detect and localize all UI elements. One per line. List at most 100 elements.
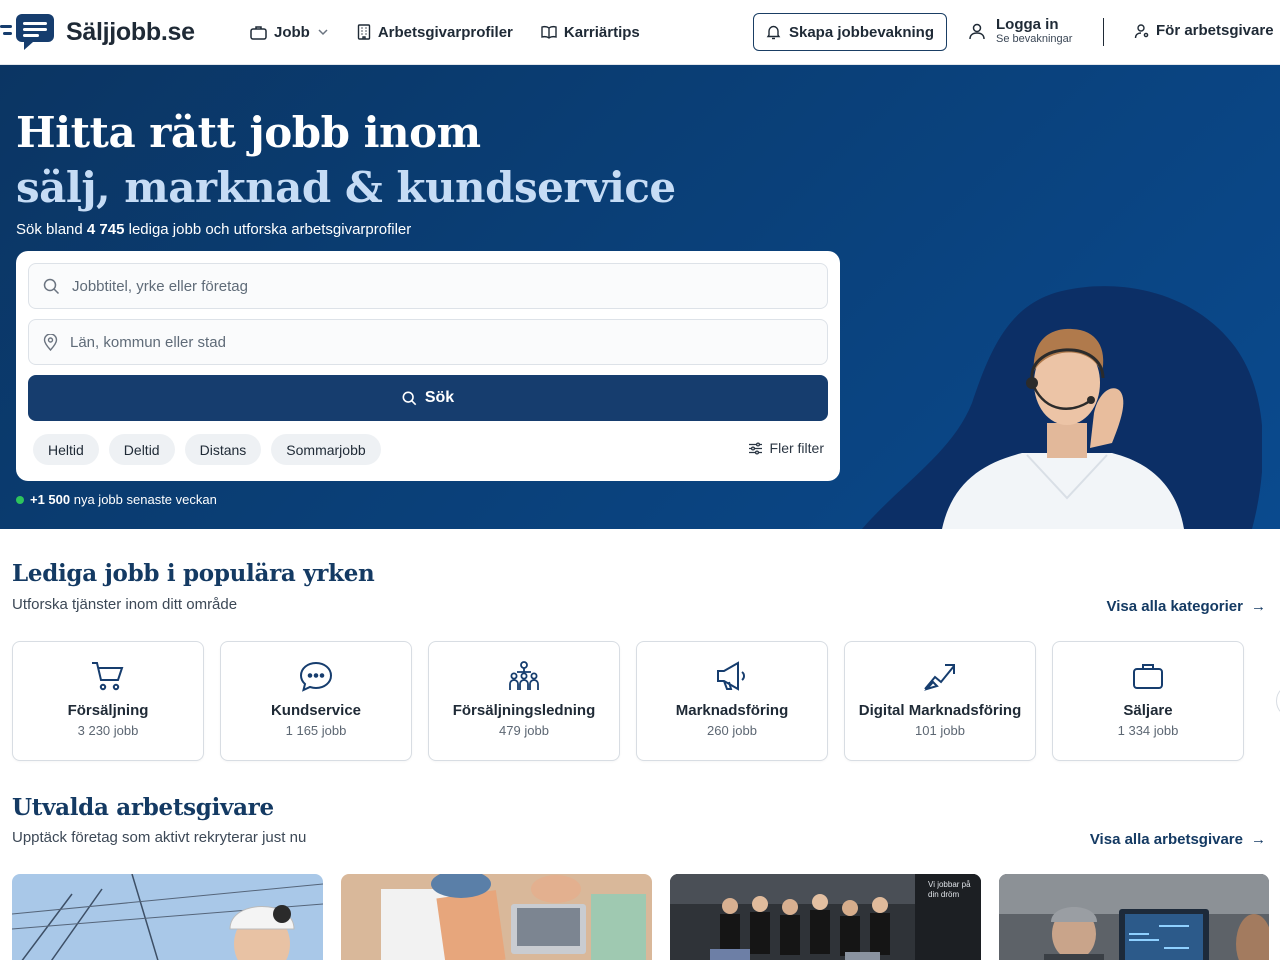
category-count: 479 jobb	[499, 723, 549, 738]
briefcase-icon	[1133, 664, 1163, 689]
nav-links: Jobb Arbetsgivarprofiler Karriärtips	[250, 0, 640, 64]
arrow-right-icon: →	[1251, 831, 1266, 848]
building-icon	[357, 24, 371, 40]
employers-subtitle: Upptäck företag som aktivt rekryterar ju…	[12, 829, 307, 846]
nav-item-karriartips[interactable]: Karriärtips	[541, 24, 640, 41]
category-card-digital-marknadsforing[interactable]: Digital Marknadsföring 101 jobb	[844, 641, 1036, 761]
chip-heltid[interactable]: Heltid	[33, 434, 99, 465]
job-search-input[interactable]: Jobbtitel, yrke eller företag	[28, 263, 828, 309]
category-card-forsaljning[interactable]: Försäljning 3 230 jobb	[12, 641, 204, 761]
hero-section: Hitta rätt jobb inom sälj, marknad & kun…	[0, 65, 1280, 529]
categories-subtitle: Utforska tjänster inom ditt område	[12, 596, 238, 613]
chip-sommarjobb[interactable]: Sommarjobb	[271, 434, 381, 465]
search-icon	[43, 278, 60, 294]
category-name: Kundservice	[270, 702, 362, 719]
employer-card-worker[interactable]	[12, 874, 323, 960]
category-count: 1 165 jobb	[285, 723, 347, 738]
view-all-employers-label: Visa alla arbetsgivare	[1089, 831, 1243, 848]
search-button[interactable]: Sök	[28, 375, 828, 421]
chip-distans[interactable]: Distans	[184, 434, 262, 465]
category-count: 101 jobb	[915, 723, 965, 738]
office-photo	[999, 874, 1269, 960]
trend-icon	[924, 664, 955, 691]
new-jobs-text: nya jobb senaste veckan	[70, 492, 217, 507]
team-photo-caption: Vi jobbar på din dröm	[928, 880, 971, 899]
hero-title-line2: sälj, marknad & kundservice	[16, 163, 676, 212]
category-name: Försäljning	[67, 702, 149, 719]
sliders-icon	[748, 441, 762, 455]
category-name: Försäljningsledning	[452, 702, 596, 719]
create-job-alert-label: Skapa jobbevakning	[788, 23, 935, 41]
quick-filter-chips: Heltid Deltid Distans Sommarjobb	[33, 434, 381, 465]
nav-item-label: Karriärtips	[563, 23, 640, 41]
login-link[interactable]: Logga in Se bevakningar	[968, 16, 1072, 46]
hero-title: Hitta rätt jobb inom sälj, marknad & kun…	[16, 105, 676, 215]
login-title: Logga in	[996, 16, 1059, 33]
category-count: 260 jobb	[707, 723, 757, 738]
cart-icon	[92, 662, 124, 691]
more-filters-label: Fler filter	[769, 440, 824, 456]
create-job-alert-button[interactable]: Skapa jobbevakning	[753, 13, 947, 51]
worker-photo	[12, 874, 323, 960]
arrow-right-icon: →	[1251, 598, 1266, 615]
category-card-forsaljningsledning[interactable]: Försäljningsledning 479 jobb	[428, 641, 620, 761]
chip-deltid[interactable]: Deltid	[108, 434, 175, 465]
category-card-saljare[interactable]: Säljare 1 334 jobb	[1052, 641, 1244, 761]
top-navigation: Säljjobb.se Jobb Arbetsgivarprofiler Kar…	[0, 0, 1280, 65]
search-card: Jobbtitel, yrke eller företag Län, kommu…	[16, 251, 840, 481]
category-name: Säljare	[1123, 702, 1173, 719]
job-search-placeholder: Jobbtitel, yrke eller företag	[72, 277, 248, 295]
chat-icon	[299, 661, 333, 692]
search-button-label: Sök	[424, 389, 455, 406]
nav-item-jobb[interactable]: Jobb	[250, 24, 329, 41]
job-count: 4 745	[86, 221, 125, 238]
hero-person-illustration	[862, 286, 1262, 529]
view-all-categories-link[interactable]: Visa alla kategorier →	[1107, 598, 1266, 615]
logo-text: Säljjobb.se	[66, 17, 195, 46]
new-jobs-count: +1 500	[30, 492, 71, 507]
category-list: Försäljning 3 230 jobb Kundservice 1 165…	[12, 641, 1244, 761]
nav-item-arbetsgivarprofiler[interactable]: Arbetsgivarprofiler	[357, 24, 513, 41]
desk-photo	[341, 874, 652, 960]
employer-card-team[interactable]: Vi jobbar på din dröm	[670, 874, 981, 960]
employer-card-list: Vi jobbar på din dröm	[12, 874, 1269, 960]
employer-card-desk[interactable]	[341, 874, 652, 960]
category-count: 1 334 jobb	[1117, 723, 1179, 738]
category-name: Digital Marknadsföring	[858, 702, 1022, 719]
for-employers-link[interactable]: För arbetsgivare	[1134, 22, 1274, 39]
chevron-down-icon	[318, 29, 328, 36]
hero-title-line1: Hitta rätt jobb inom	[16, 108, 481, 157]
search-icon	[402, 391, 417, 405]
category-name: Marknadsföring	[675, 702, 789, 719]
nav-item-label: Jobb	[274, 23, 310, 41]
megaphone-icon	[717, 661, 745, 691]
location-input[interactable]: Län, kommun eller stad	[28, 319, 828, 365]
view-all-categories-label: Visa alla kategorier	[1106, 598, 1243, 615]
view-all-employers-link[interactable]: Visa alla arbetsgivare →	[1090, 831, 1266, 848]
employers-title: Utvalda arbetsgivare	[12, 794, 274, 821]
logo[interactable]: Säljjobb.se	[0, 12, 195, 52]
status-dot-icon	[16, 495, 24, 504]
hero-subtitle-post: lediga jobb och utforska arbetsgivarprof…	[124, 221, 412, 238]
book-icon	[541, 26, 557, 39]
for-employers-label: För arbetsgivare	[1156, 22, 1274, 39]
categories-title: Lediga jobb i populära yrken	[12, 560, 375, 587]
location-pin-icon	[43, 333, 58, 351]
nav-divider	[1103, 18, 1104, 46]
user-key-icon	[1134, 23, 1149, 38]
hero-subtitle: Sök bland 4 745 lediga jobb och utforska…	[16, 221, 411, 238]
user-icon	[969, 23, 985, 40]
location-placeholder: Län, kommun eller stad	[70, 333, 226, 351]
category-count: 3 230 jobb	[77, 723, 139, 738]
login-subtitle: Se bevakningar	[996, 33, 1073, 45]
bell-icon	[766, 25, 781, 40]
category-scroll-next-button[interactable]	[1276, 684, 1280, 718]
category-card-marknadsforing[interactable]: Marknadsföring 260 jobb	[636, 641, 828, 761]
team-icon	[509, 661, 539, 690]
category-card-kundservice[interactable]: Kundservice 1 165 jobb	[220, 641, 412, 761]
more-filters-button[interactable]: Fler filter	[748, 440, 824, 456]
briefcase-icon	[250, 25, 267, 40]
hero-subtitle-pre: Sök bland	[16, 221, 87, 238]
new-jobs-indicator: +1 500 nya jobb senaste veckan	[16, 492, 217, 507]
employer-card-office[interactable]	[999, 874, 1269, 960]
